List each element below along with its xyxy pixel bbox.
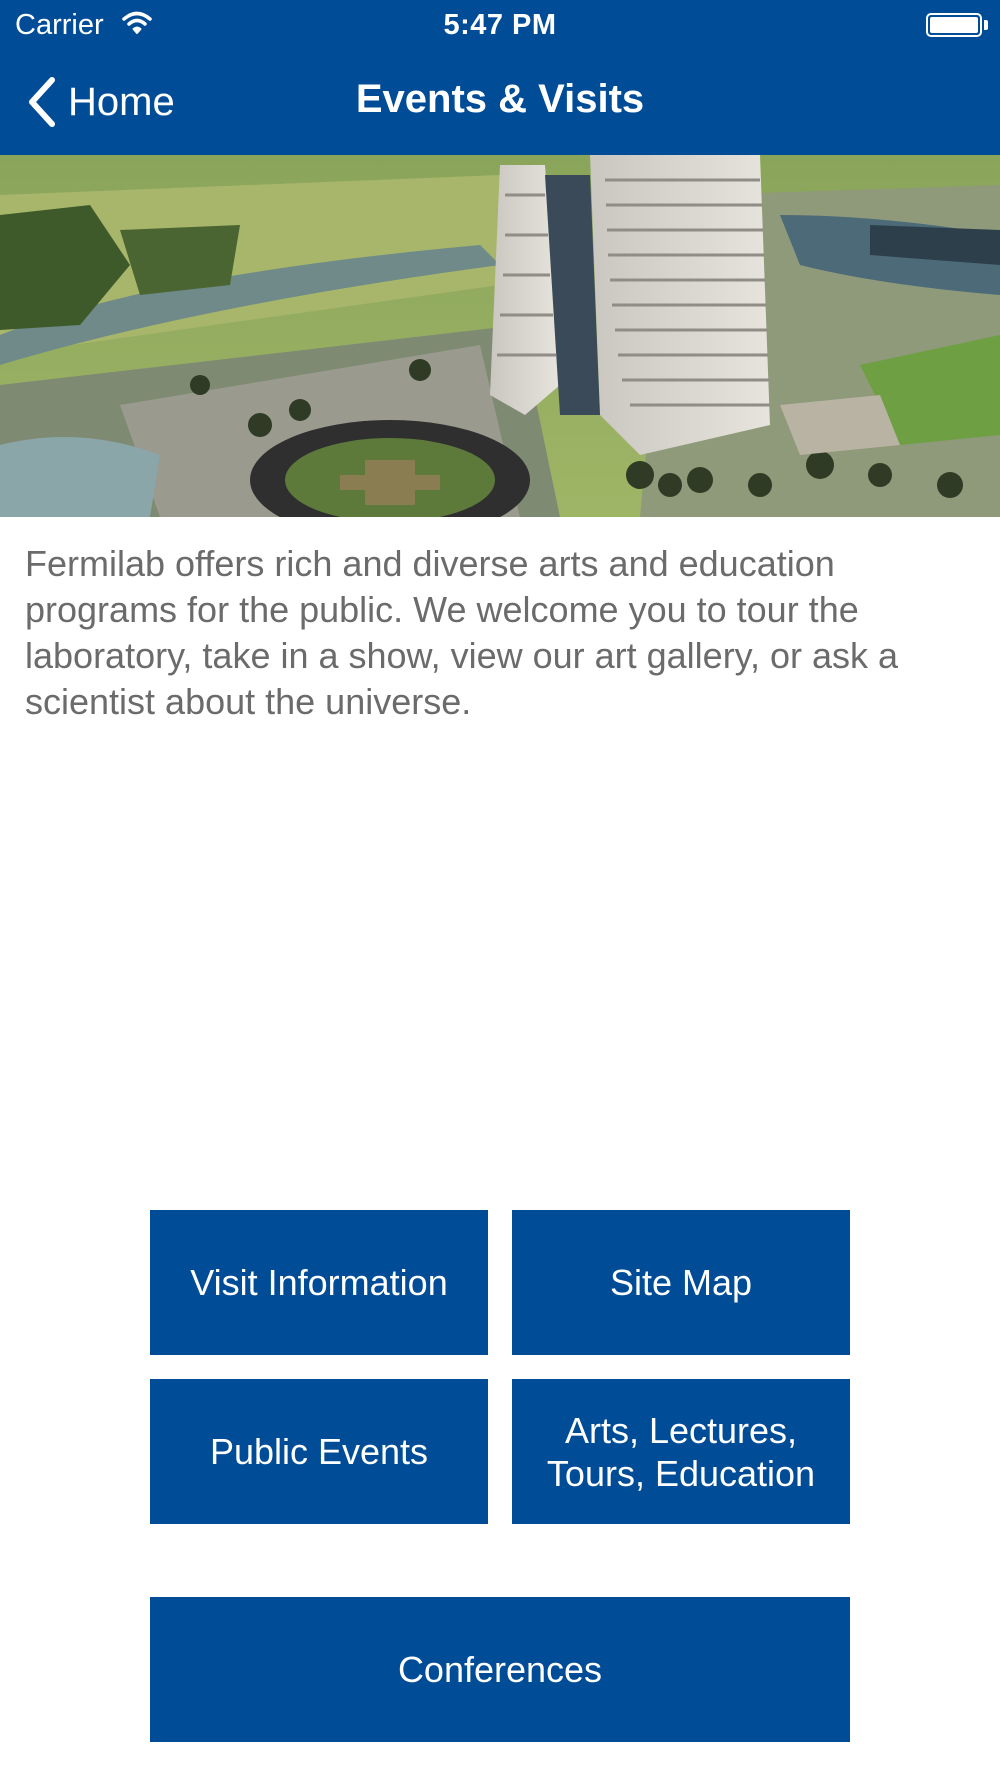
- navigation-bar: Home Events & Visits: [0, 50, 1000, 155]
- conferences-button[interactable]: Conferences: [150, 1597, 850, 1742]
- hero-image: [0, 155, 1000, 517]
- arts-lectures-tours-education-button[interactable]: Arts, Lectures, Tours, Education: [512, 1379, 850, 1524]
- arts-label-line1: Arts, Lectures,: [564, 1409, 798, 1451]
- visit-information-label: Visit Information: [190, 1262, 448, 1303]
- status-bar: Carrier 5:47 PM: [0, 0, 1000, 50]
- public-events-button[interactable]: Public Events: [150, 1379, 488, 1524]
- visit-information-button[interactable]: Visit Information: [150, 1210, 488, 1355]
- status-time: 5:47 PM: [443, 9, 557, 41]
- aerial-photo-icon: [0, 155, 1000, 517]
- battery-icon: [926, 13, 982, 37]
- conferences-label: Conferences: [397, 1649, 603, 1690]
- site-map-button[interactable]: Site Map: [512, 1210, 850, 1355]
- top-bar: Carrier 5:47 PM Home Events & Visits: [0, 0, 1000, 155]
- battery-level: [930, 17, 978, 33]
- intro-text: Fermilab offers rich and diverse arts an…: [25, 543, 899, 722]
- page-title: Events & Visits: [355, 77, 645, 121]
- public-events-label: Public Events: [209, 1431, 429, 1472]
- battery-tip: [984, 20, 988, 30]
- site-map-label: Site Map: [609, 1262, 753, 1303]
- arts-button-label: Arts, Lectures, Tours, Education: [547, 1409, 815, 1495]
- arts-label-line2: Tours, Education: [546, 1452, 816, 1494]
